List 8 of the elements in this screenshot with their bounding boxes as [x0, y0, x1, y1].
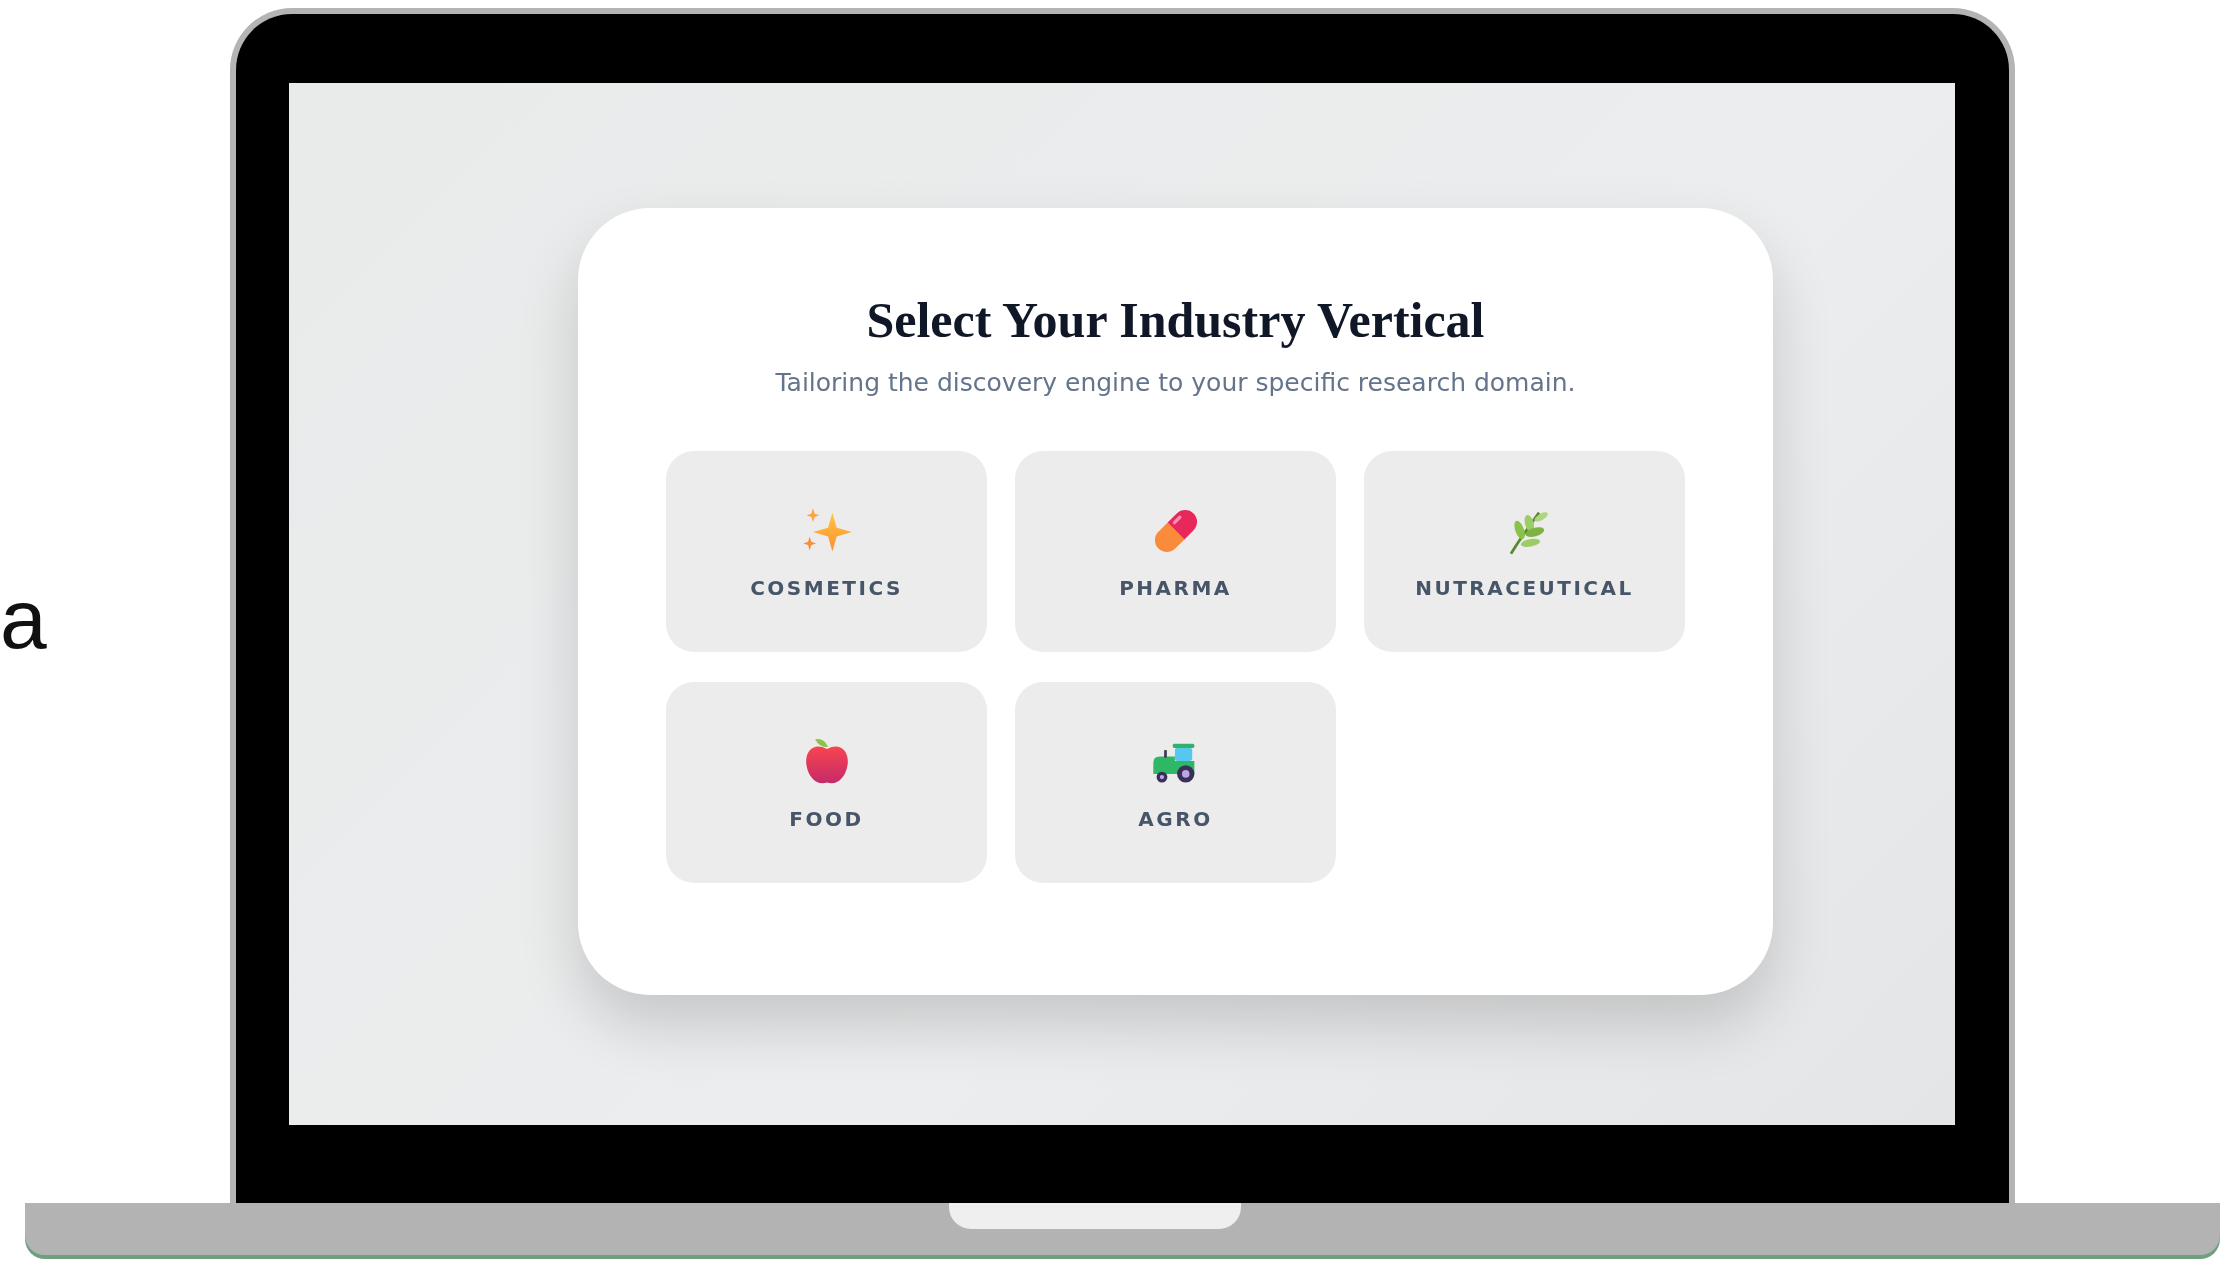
industry-tile[interactable]: NUTRACEUTICAL	[1364, 451, 1685, 652]
industry-tile[interactable]: FOOD	[666, 682, 987, 883]
industry-tile[interactable]: PHARMA	[1015, 451, 1336, 652]
card-title: Select Your Industry Vertical	[866, 291, 1485, 350]
industry-tile[interactable]: AGRO	[1015, 682, 1336, 883]
industry-tile[interactable]: COSMETICS	[666, 451, 987, 652]
figure-label: a	[0, 576, 47, 661]
card-subtitle: Tailoring the discovery engine to your specific research domain.	[775, 368, 1576, 397]
